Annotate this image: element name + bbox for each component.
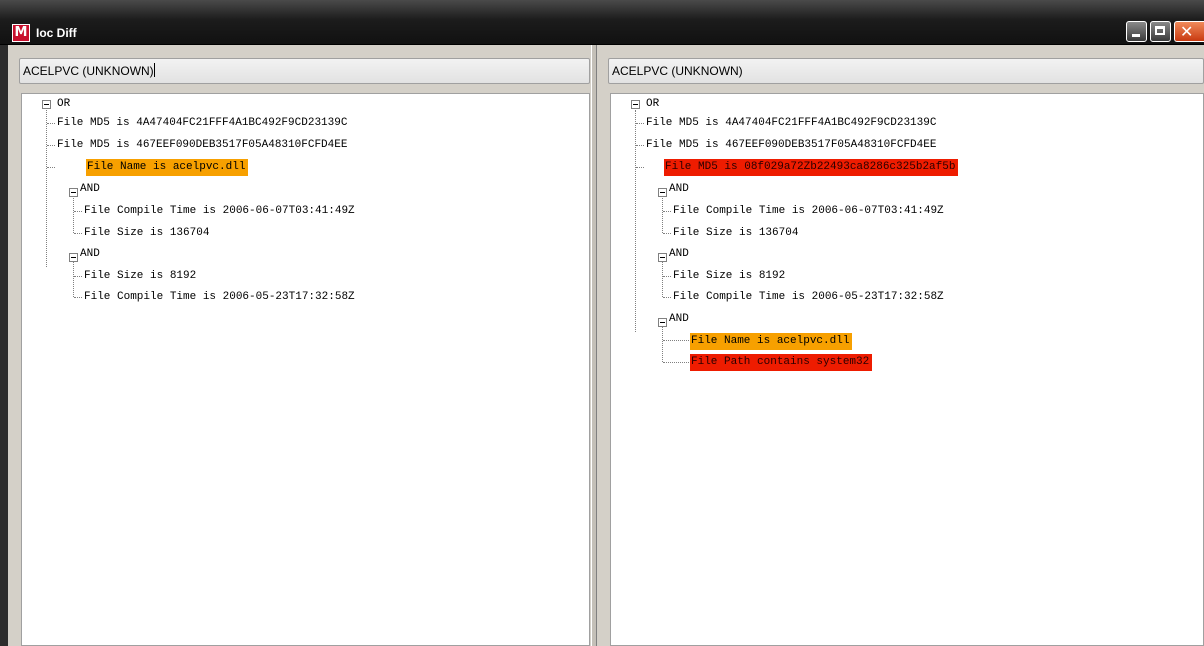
node-label: File Compile Time is 2006-06-07T03:41:49… <box>84 205 355 217</box>
minimize-button[interactable] <box>1126 21 1147 42</box>
maximize-icon <box>1155 26 1165 35</box>
tree-connector <box>47 123 55 124</box>
collapse-icon[interactable] <box>658 253 667 262</box>
tree-leaf[interactable]: File Compile Time is 2006-06-07T03:41:49… <box>83 203 358 220</box>
tree-leaf-changed[interactable]: File Name is acelpvc.dll <box>86 159 249 176</box>
ioc-diff-window: M Ioc Diff ✕ ACELPVC (UNKNOWN) OR File M… <box>0 0 1204 646</box>
node-label: File Name is acelpvc.dll <box>86 159 249 176</box>
collapse-icon[interactable] <box>69 253 78 262</box>
tree-connector <box>74 233 82 234</box>
tree-connector <box>47 145 55 146</box>
tree-connector <box>74 211 82 212</box>
tree-leaf[interactable]: File Size is 8192 <box>83 268 199 285</box>
tree-connector <box>636 145 644 146</box>
left-pane: ACELPVC (UNKNOWN) OR File MD5 is 4A47404… <box>8 45 591 646</box>
tree-connector <box>73 198 74 233</box>
left-ioc-name-field[interactable]: ACELPVC (UNKNOWN) <box>19 58 590 84</box>
tree-connector <box>663 297 671 298</box>
window-frame-left <box>0 45 8 646</box>
tree-leaf[interactable]: File Size is 136704 <box>672 225 801 242</box>
tree-connector <box>663 233 671 234</box>
tree-connector <box>74 276 82 277</box>
tree-leaf-added[interactable]: File Path contains system32 <box>690 354 873 371</box>
node-label: File MD5 is 467EEF090DEB3517F05A48310FCF… <box>57 139 348 151</box>
close-button[interactable]: ✕ <box>1174 21 1204 42</box>
node-label: AND <box>669 313 689 325</box>
left-ioc-tree[interactable]: OR File MD5 is 4A47404FC21FFF4A1BC492F9C… <box>21 93 590 646</box>
title-bar[interactable]: M Ioc Diff ✕ <box>0 0 1204 45</box>
diff-panes: ACELPVC (UNKNOWN) OR File MD5 is 4A47404… <box>8 45 1204 646</box>
collapse-icon[interactable] <box>658 318 667 327</box>
tree-leaf-changed[interactable]: File Name is acelpvc.dll <box>690 333 853 350</box>
tree-node-and[interactable]: AND <box>79 181 103 198</box>
tree-leaf[interactable]: File MD5 is 4A47404FC21FFF4A1BC492F9CD23… <box>56 115 350 132</box>
tree-leaf[interactable]: File Size is 136704 <box>83 225 212 242</box>
node-label: File Size is 8192 <box>673 270 786 282</box>
minimize-icon <box>1132 34 1140 37</box>
node-label: File Compile Time is 2006-05-23T17:32:58… <box>84 291 355 303</box>
node-label: File MD5 is 4A47404FC21FFF4A1BC492F9CD23… <box>646 117 937 129</box>
tree-leaf[interactable]: File MD5 is 467EEF090DEB3517F05A48310FCF… <box>56 137 350 154</box>
tree-connector <box>663 211 671 212</box>
tree-connector <box>662 327 663 362</box>
node-label: File MD5 is 08f029a72Zb22493ca8286c325b2… <box>664 159 959 176</box>
tree-node-or[interactable]: OR <box>56 96 73 113</box>
tree-connector <box>662 262 663 297</box>
collapse-icon[interactable] <box>42 100 51 109</box>
tree-leaf[interactable]: File MD5 is 467EEF090DEB3517F05A48310FCF… <box>645 137 939 154</box>
tree-connector <box>663 276 671 277</box>
tree-connector <box>47 167 55 168</box>
tree-connector <box>73 262 74 297</box>
tree-connector <box>636 123 644 124</box>
tree-connector <box>74 297 82 298</box>
tree-leaf[interactable]: File Size is 8192 <box>672 268 788 285</box>
tree-node-and[interactable]: AND <box>668 181 692 198</box>
node-label: File Compile Time is 2006-05-23T17:32:58… <box>673 291 944 303</box>
tree-connector <box>663 340 689 341</box>
node-label: OR <box>57 98 71 110</box>
node-label: AND <box>80 183 100 195</box>
right-pane: ACELPVC (UNKNOWN) OR File MD5 is 4A47404… <box>597 45 1204 646</box>
tree-leaf-added[interactable]: File MD5 is 08f029a72Zb22493ca8286c325b2… <box>664 159 959 176</box>
text-caret <box>153 63 155 77</box>
maximize-button[interactable] <box>1150 21 1171 42</box>
right-ioc-name: ACELPVC (UNKNOWN) <box>612 64 743 78</box>
right-ioc-tree[interactable]: OR File MD5 is 4A47404FC21FFF4A1BC492F9C… <box>610 93 1204 646</box>
tree-leaf[interactable]: File Compile Time is 2006-06-07T03:41:49… <box>672 203 947 220</box>
node-label: File Size is 136704 <box>84 227 210 239</box>
node-label: File MD5 is 467EEF090DEB3517F05A48310FCF… <box>646 139 937 151</box>
node-label: File Size is 8192 <box>84 270 197 282</box>
tree-leaf[interactable]: File MD5 is 4A47404FC21FFF4A1BC492F9CD23… <box>645 115 939 132</box>
node-label: AND <box>669 248 689 260</box>
node-label: AND <box>669 183 689 195</box>
node-label: File Compile Time is 2006-06-07T03:41:49… <box>673 205 944 217</box>
tree-connector <box>635 110 636 332</box>
tree-leaf[interactable]: File Compile Time is 2006-05-23T17:32:58… <box>83 289 358 306</box>
tree-connector <box>636 167 644 168</box>
tree-node-and[interactable]: AND <box>668 246 692 263</box>
tree-node-and[interactable]: AND <box>79 246 103 263</box>
node-label: AND <box>80 248 100 260</box>
close-icon: ✕ <box>1180 22 1194 41</box>
tree-connector <box>662 198 663 233</box>
node-label: OR <box>646 98 660 110</box>
tree-connector <box>663 362 689 363</box>
left-ioc-name: ACELPVC (UNKNOWN) <box>23 64 154 78</box>
collapse-icon[interactable] <box>631 100 640 109</box>
collapse-icon[interactable] <box>69 188 78 197</box>
node-label: File Name is acelpvc.dll <box>690 333 853 350</box>
app-logo-icon: M <box>12 24 30 42</box>
collapse-icon[interactable] <box>658 188 667 197</box>
tree-node-and[interactable]: AND <box>668 311 692 328</box>
window-title: Ioc Diff <box>36 26 77 40</box>
node-label: File Path contains system32 <box>690 354 873 371</box>
node-label: File Size is 136704 <box>673 227 799 239</box>
tree-node-or[interactable]: OR <box>645 96 662 113</box>
right-ioc-name-field[interactable]: ACELPVC (UNKNOWN) <box>608 58 1204 84</box>
tree-connector <box>46 110 47 267</box>
tree-leaf[interactable]: File Compile Time is 2006-05-23T17:32:58… <box>672 289 947 306</box>
node-label: File MD5 is 4A47404FC21FFF4A1BC492F9CD23… <box>57 117 348 129</box>
